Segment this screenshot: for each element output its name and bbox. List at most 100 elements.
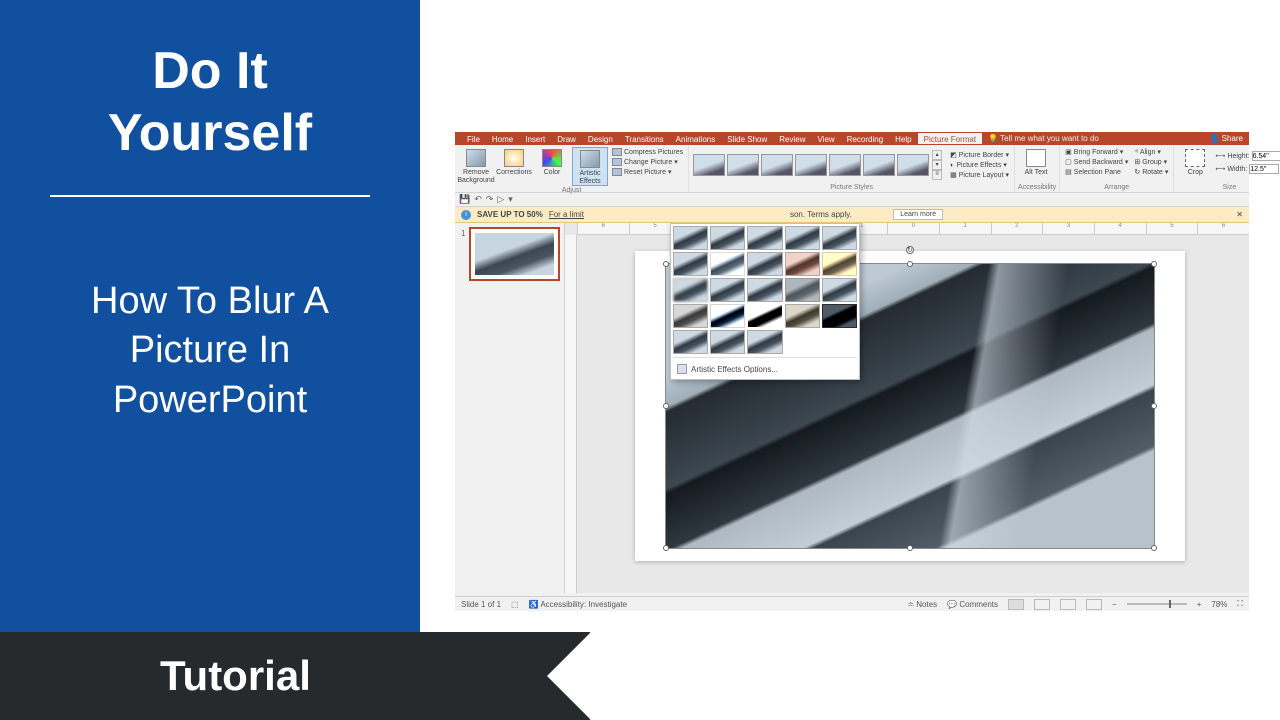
handle-sw[interactable]: [663, 545, 669, 551]
notes-button[interactable]: ≐ Notes: [907, 600, 937, 609]
artistic-effect-option[interactable]: [747, 304, 782, 328]
gallery-up[interactable]: ▴: [932, 150, 942, 160]
artistic-effects-button[interactable]: Artistic Effects: [572, 147, 608, 186]
slide-thumbnail-panel[interactable]: [455, 223, 565, 593]
compress-pictures-button[interactable]: Compress Pictures: [610, 147, 685, 157]
artistic-effect-option[interactable]: [710, 252, 745, 276]
tab-home[interactable]: Home: [486, 133, 519, 144]
color-button[interactable]: Color: [534, 147, 570, 177]
reset-picture-button[interactable]: Reset Picture ▾: [610, 167, 685, 177]
tab-animations[interactable]: Animations: [670, 133, 722, 144]
view-sorter-icon[interactable]: [1034, 599, 1050, 610]
artistic-effect-option[interactable]: [747, 330, 782, 354]
comments-button[interactable]: 💬 Comments: [947, 600, 998, 609]
tab-insert[interactable]: Insert: [519, 133, 551, 144]
accessibility-status[interactable]: ♿ Accessibility: Investigate: [529, 600, 627, 609]
zoom-out-icon[interactable]: −: [1112, 600, 1117, 609]
tab-view[interactable]: View: [812, 133, 841, 144]
group-arrange: ▣ Bring Forward ▾ ▢ Send Backward ▾ ▤ Se…: [1060, 145, 1174, 192]
tab-file[interactable]: File: [461, 133, 486, 144]
promo-tail: son. Terms apply.: [790, 210, 852, 219]
tab-slideshow[interactable]: Slide Show: [721, 133, 773, 144]
handle-s[interactable]: [907, 545, 913, 551]
width-input[interactable]: [1249, 164, 1279, 174]
artistic-effect-option[interactable]: [747, 226, 782, 250]
artistic-effect-option[interactable]: [673, 304, 708, 328]
alt-text-button[interactable]: Alt Text: [1018, 147, 1054, 177]
handle-e[interactable]: [1151, 403, 1157, 409]
slide-indicator: Slide 1 of 1: [461, 600, 501, 609]
handle-w[interactable]: [663, 403, 669, 409]
qat-save-icon[interactable]: 💾: [459, 194, 470, 205]
artistic-effect-option[interactable]: [673, 330, 708, 354]
bring-forward-button[interactable]: ▣ Bring Forward ▾: [1063, 147, 1130, 157]
tell-me-search[interactable]: 💡 Tell me what you want to do: [988, 134, 1099, 143]
artistic-effect-option[interactable]: [710, 226, 745, 250]
tab-design[interactable]: Design: [582, 133, 619, 144]
qat-more-icon[interactable]: ▾: [508, 194, 513, 205]
artistic-effect-option[interactable]: [785, 304, 820, 328]
tab-review[interactable]: Review: [773, 133, 811, 144]
artistic-effects-options-button[interactable]: Artistic Effects Options...: [673, 361, 857, 377]
picture-effects-button[interactable]: ◐ Picture Effects ▾: [948, 160, 1011, 170]
tab-recording[interactable]: Recording: [841, 133, 889, 144]
canvas-area[interactable]: 6543210123456: [565, 223, 1249, 593]
tab-help[interactable]: Help: [889, 133, 917, 144]
handle-se[interactable]: [1151, 545, 1157, 551]
artistic-effect-option[interactable]: [673, 278, 708, 302]
artistic-effect-option[interactable]: [710, 278, 745, 302]
artistic-effect-option[interactable]: [747, 252, 782, 276]
send-backward-button[interactable]: ▢ Send Backward ▾: [1063, 157, 1130, 167]
qat-undo-icon[interactable]: ↶: [474, 194, 482, 205]
handle-ne[interactable]: [1151, 261, 1157, 267]
crop-button[interactable]: Crop: [1177, 147, 1213, 177]
artistic-effect-option[interactable]: [747, 278, 782, 302]
height-input[interactable]: [1252, 151, 1280, 161]
artistic-effect-option[interactable]: [822, 304, 857, 328]
corrections-button[interactable]: Corrections: [496, 147, 532, 177]
tab-draw[interactable]: Draw: [551, 133, 582, 144]
gallery-down[interactable]: ▾: [932, 160, 942, 170]
picture-border-button[interactable]: ◩ Picture Border ▾: [948, 150, 1011, 160]
view-reading-icon[interactable]: [1060, 599, 1076, 610]
selection-pane-button[interactable]: ▤ Selection Pane: [1063, 167, 1130, 177]
group-accessibility: Alt Text Accessibility: [1015, 145, 1060, 192]
gallery-more[interactable]: ≡: [932, 170, 942, 180]
handle-nw[interactable]: [663, 261, 669, 267]
qat-redo-icon[interactable]: ↷: [486, 194, 494, 205]
promo-headline: SAVE UP TO 50%: [477, 210, 543, 219]
remove-background-button[interactable]: Remove Background: [458, 147, 494, 184]
artistic-effect-option[interactable]: [710, 330, 745, 354]
artistic-effect-option[interactable]: [785, 252, 820, 276]
artistic-effect-option[interactable]: [822, 278, 857, 302]
zoom-slider[interactable]: [1127, 603, 1187, 605]
view-slideshow-icon[interactable]: [1086, 599, 1102, 610]
rotate-handle[interactable]: [906, 246, 914, 254]
learn-more-button[interactable]: Learn more: [893, 209, 943, 220]
promo-close-icon[interactable]: ✕: [1236, 210, 1243, 219]
language-indicator[interactable]: ⬚: [511, 600, 519, 609]
artistic-effect-option[interactable]: [785, 226, 820, 250]
slide-thumbnail-1[interactable]: [469, 227, 560, 281]
zoom-in-icon[interactable]: +: [1197, 600, 1202, 609]
qat-start-icon[interactable]: ▷: [497, 194, 504, 205]
picture-layout-button[interactable]: ▦ Picture Layout ▾: [948, 170, 1011, 180]
style-gallery[interactable]: [692, 153, 930, 177]
artistic-effect-option[interactable]: [710, 304, 745, 328]
share-button[interactable]: 👤 Share: [1209, 134, 1243, 143]
tab-transitions[interactable]: Transitions: [619, 133, 670, 144]
artistic-effect-option[interactable]: [785, 278, 820, 302]
rotate-button[interactable]: ↻ Rotate ▾: [1132, 167, 1170, 177]
tab-picture-format[interactable]: Picture Format: [918, 133, 982, 144]
align-button[interactable]: ⫞ Align ▾: [1132, 147, 1170, 157]
zoom-level[interactable]: 78%: [1211, 600, 1227, 609]
handle-n[interactable]: [907, 261, 913, 267]
artistic-effect-option[interactable]: [673, 252, 708, 276]
artistic-effect-option[interactable]: [822, 252, 857, 276]
artistic-effect-option[interactable]: [673, 226, 708, 250]
artistic-effect-option[interactable]: [822, 226, 857, 250]
change-picture-button[interactable]: Change Picture ▾: [610, 157, 685, 167]
fit-to-window-icon[interactable]: ⛶: [1237, 599, 1243, 609]
view-normal-icon[interactable]: [1008, 599, 1024, 610]
group-button[interactable]: ⊞ Group ▾: [1132, 157, 1170, 167]
